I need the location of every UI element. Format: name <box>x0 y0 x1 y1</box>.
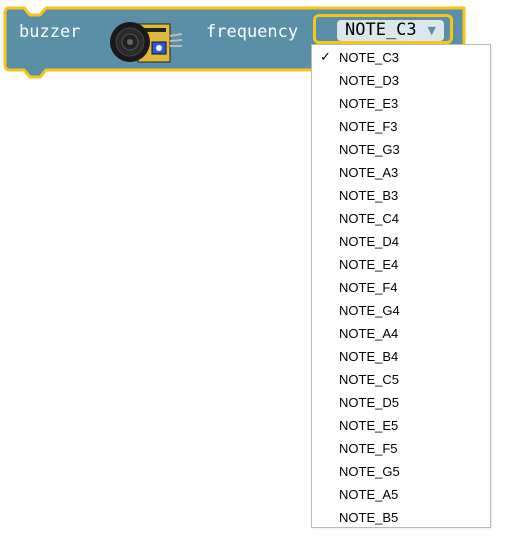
menu-item-label: NOTE_A5 <box>339 487 399 502</box>
menu-item-label: NOTE_D5 <box>339 395 399 410</box>
menu-item[interactable]: NOTE_G5 <box>312 460 490 483</box>
menu-item[interactable]: NOTE_D3 <box>312 69 490 92</box>
menu-item-label: NOTE_C3 <box>339 50 399 65</box>
menu-item[interactable]: NOTE_E4 <box>312 253 490 276</box>
note-dropdown-menu: ✓ NOTE_C3 NOTE_D3 NOTE_E3 NOTE_F3 NOTE_G… <box>311 44 491 528</box>
menu-item[interactable]: NOTE_D4 <box>312 230 490 253</box>
menu-item-label: NOTE_B4 <box>339 349 399 364</box>
menu-item[interactable]: NOTE_B5 <box>312 506 490 529</box>
menu-item-label: NOTE_E4 <box>339 257 399 272</box>
checkmark-icon: ✓ <box>320 50 331 65</box>
menu-item-label: NOTE_E5 <box>339 418 399 433</box>
menu-item-label: NOTE_G5 <box>339 464 400 479</box>
menu-item-label: NOTE_A3 <box>339 165 399 180</box>
menu-item[interactable]: NOTE_C5 <box>312 368 490 391</box>
menu-item-label: NOTE_D3 <box>339 73 399 88</box>
menu-item-label: NOTE_C5 <box>339 372 399 387</box>
block-label-frequency: frequency <box>206 22 299 42</box>
menu-item-label: NOTE_A4 <box>339 326 399 341</box>
menu-item-label: NOTE_G3 <box>339 142 400 157</box>
menu-item-label: NOTE_D4 <box>339 234 399 249</box>
menu-item-label: NOTE_F5 <box>339 441 398 456</box>
menu-item[interactable]: NOTE_G3 <box>312 138 490 161</box>
menu-item-label: NOTE_B5 <box>339 510 399 525</box>
frequency-dropdown[interactable]: NOTE_C3 ▼ <box>337 20 444 41</box>
menu-item[interactable]: NOTE_A3 <box>312 161 490 184</box>
buzzer-module-icon <box>108 20 184 66</box>
menu-item[interactable]: NOTE_B4 <box>312 345 490 368</box>
menu-item-label: NOTE_E3 <box>339 96 399 111</box>
menu-item[interactable]: ✓ NOTE_C3 <box>312 46 490 69</box>
menu-item[interactable]: NOTE_F3 <box>312 115 490 138</box>
menu-item[interactable]: NOTE_D5 <box>312 391 490 414</box>
menu-item-label: NOTE_B3 <box>339 188 399 203</box>
menu-item[interactable]: NOTE_A4 <box>312 322 490 345</box>
menu-item-label: NOTE_F3 <box>339 119 398 134</box>
menu-item[interactable]: NOTE_C4 <box>312 207 490 230</box>
menu-item-label: NOTE_G4 <box>339 303 400 318</box>
menu-item[interactable]: NOTE_F4 <box>312 276 490 299</box>
menu-item[interactable]: NOTE_E3 <box>312 92 490 115</box>
menu-item-label: NOTE_F4 <box>339 280 398 295</box>
menu-item[interactable]: NOTE_G4 <box>312 299 490 322</box>
menu-item-label: NOTE_C4 <box>339 211 399 226</box>
menu-item[interactable]: NOTE_F5 <box>312 437 490 460</box>
menu-item[interactable]: NOTE_B3 <box>312 184 490 207</box>
dropdown-arrow-icon: ▼ <box>427 24 436 37</box>
frequency-dropdown-value: NOTE_C3 <box>345 20 417 40</box>
menu-item[interactable]: NOTE_E5 <box>312 414 490 437</box>
frequency-input-slot: NOTE_C3 ▼ <box>313 14 453 44</box>
block-label-buzzer: buzzer <box>19 22 81 42</box>
menu-item[interactable]: NOTE_A5 <box>312 483 490 506</box>
